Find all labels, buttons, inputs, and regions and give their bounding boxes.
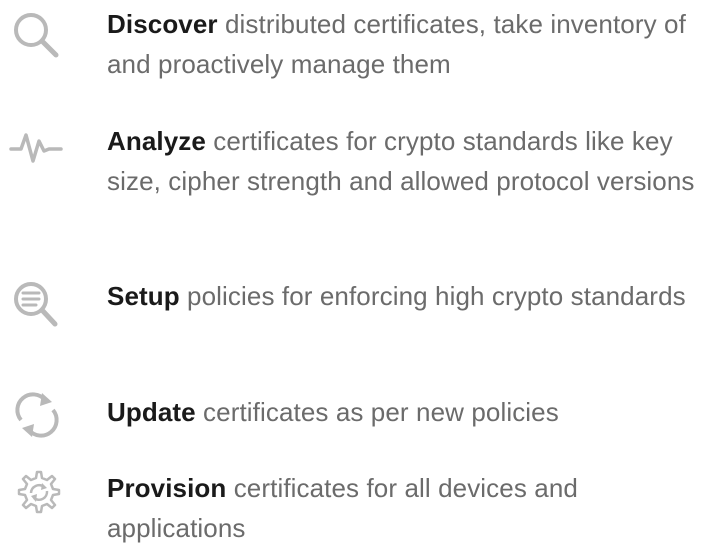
- feature-title: Update: [107, 397, 196, 427]
- feature-text: Discover distributed certificates, take …: [107, 4, 717, 84]
- search-icon: [8, 10, 66, 68]
- search-list-icon: [8, 278, 66, 336]
- feature-title: Setup: [107, 281, 180, 311]
- feature-title: Analyze: [107, 126, 206, 156]
- refresh-icon: [8, 390, 66, 448]
- pulse-icon: [8, 127, 66, 185]
- feature-title: Discover: [107, 9, 218, 39]
- gear-sync-icon: [8, 468, 66, 526]
- feature-description: certificates as per new policies: [195, 397, 559, 427]
- feature-text: Setup policies for enforcing high crypto…: [107, 276, 717, 316]
- feature-text: Update certificates as per new policies: [107, 392, 717, 432]
- feature-text: Analyze certificates for crypto standard…: [107, 121, 717, 201]
- feature-text: Provision certificates for all devices a…: [107, 468, 717, 548]
- feature-description: policies for enforcing high crypto stand…: [179, 281, 686, 311]
- feature-list: Discover distributed certificates, take …: [0, 0, 724, 543]
- feature-title: Provision: [107, 473, 227, 503]
